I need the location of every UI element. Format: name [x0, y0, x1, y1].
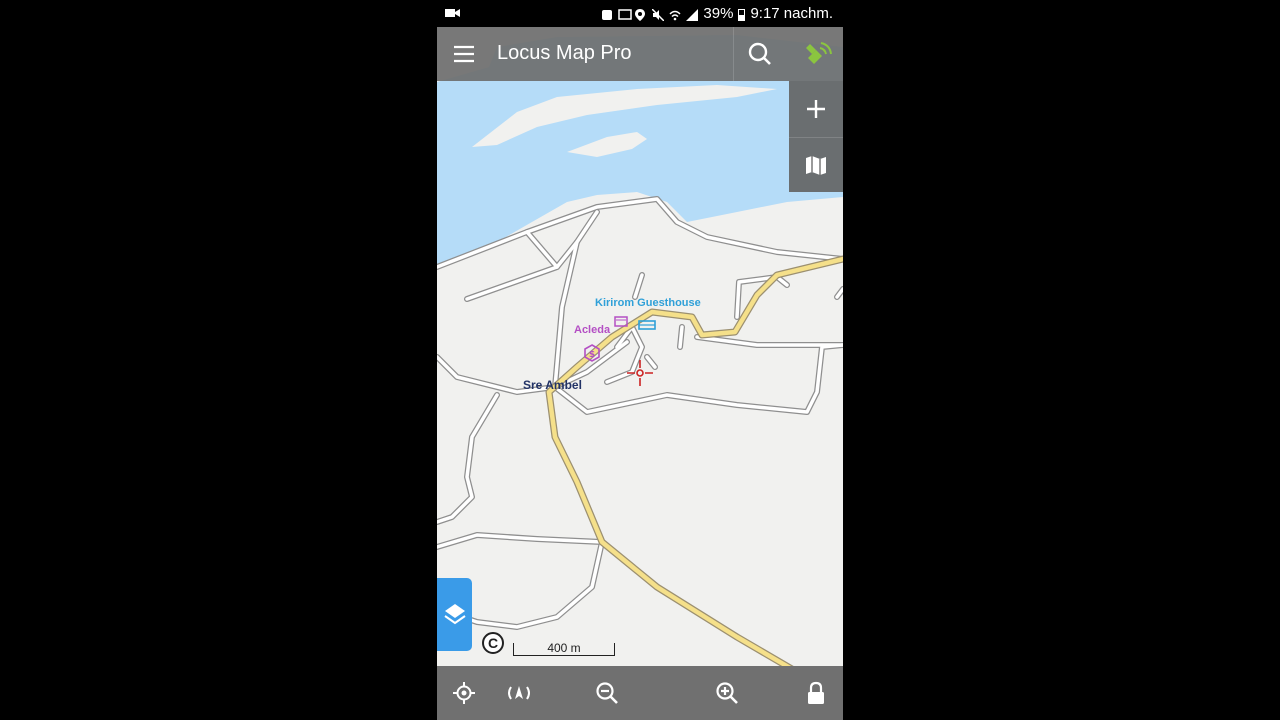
- app-title: Locus Map Pro: [497, 42, 632, 64]
- location-icon: [635, 8, 647, 21]
- my-location-button[interactable]: [437, 666, 491, 720]
- zoom-in-icon: [716, 682, 738, 704]
- app-toolbar: Locus Map Pro: [437, 27, 843, 81]
- add-button[interactable]: [789, 81, 843, 136]
- gps-button[interactable]: [789, 27, 843, 81]
- zoom-in-button[interactable]: [667, 666, 787, 720]
- hamburger-menu-icon[interactable]: [451, 41, 477, 67]
- status-bar: 39% 9:17 nachm.: [437, 0, 843, 27]
- battery-percent: 39%: [703, 5, 734, 22]
- plus-icon: [807, 100, 825, 118]
- map-rotate-button[interactable]: [492, 666, 546, 720]
- map-view[interactable]: $ Kirirom Guesthouse Acleda Sre Ambel: [437, 27, 843, 666]
- town-label[interactable]: Sre Ambel: [523, 378, 582, 392]
- search-button[interactable]: [733, 27, 786, 81]
- bank-label[interactable]: Acleda: [574, 324, 610, 336]
- lock-button[interactable]: [789, 666, 843, 720]
- lock-icon: [808, 681, 824, 704]
- search-icon: [748, 42, 771, 65]
- battery-icon: [738, 8, 746, 21]
- zoom-out-icon: [596, 682, 618, 704]
- mute-icon: [651, 7, 665, 22]
- phone-screen: $ Kirirom Guesthouse Acleda Sre Ambel 39…: [437, 0, 843, 720]
- signal-icon: [686, 8, 699, 21]
- bottom-toolbar: [437, 666, 843, 720]
- gps-satellite-icon: [806, 42, 832, 64]
- side-toolbar: [789, 81, 843, 192]
- zoom-out-button[interactable]: [547, 666, 667, 720]
- my-location-icon: [453, 682, 475, 704]
- map-manager-icon: [806, 156, 826, 175]
- wifi-icon: [669, 8, 681, 20]
- copyright-button[interactable]: C: [482, 632, 504, 654]
- app-notification-icon: [601, 8, 613, 20]
- svg-text:$: $: [589, 350, 595, 360]
- map-canvas[interactable]: $: [437, 27, 843, 666]
- map-manager-button[interactable]: [789, 137, 843, 193]
- layers-icon: [444, 604, 466, 625]
- map-rotate-icon: [508, 686, 530, 700]
- video-record-icon: [445, 6, 461, 23]
- scale-bar: 400 m: [513, 638, 615, 656]
- guesthouse-label[interactable]: Kirirom Guesthouse: [595, 297, 701, 309]
- cast-icon: [618, 8, 633, 20]
- layers-button[interactable]: [437, 578, 472, 651]
- clock: 9:17 nachm.: [750, 5, 833, 22]
- scale-label: 400 m: [547, 641, 581, 655]
